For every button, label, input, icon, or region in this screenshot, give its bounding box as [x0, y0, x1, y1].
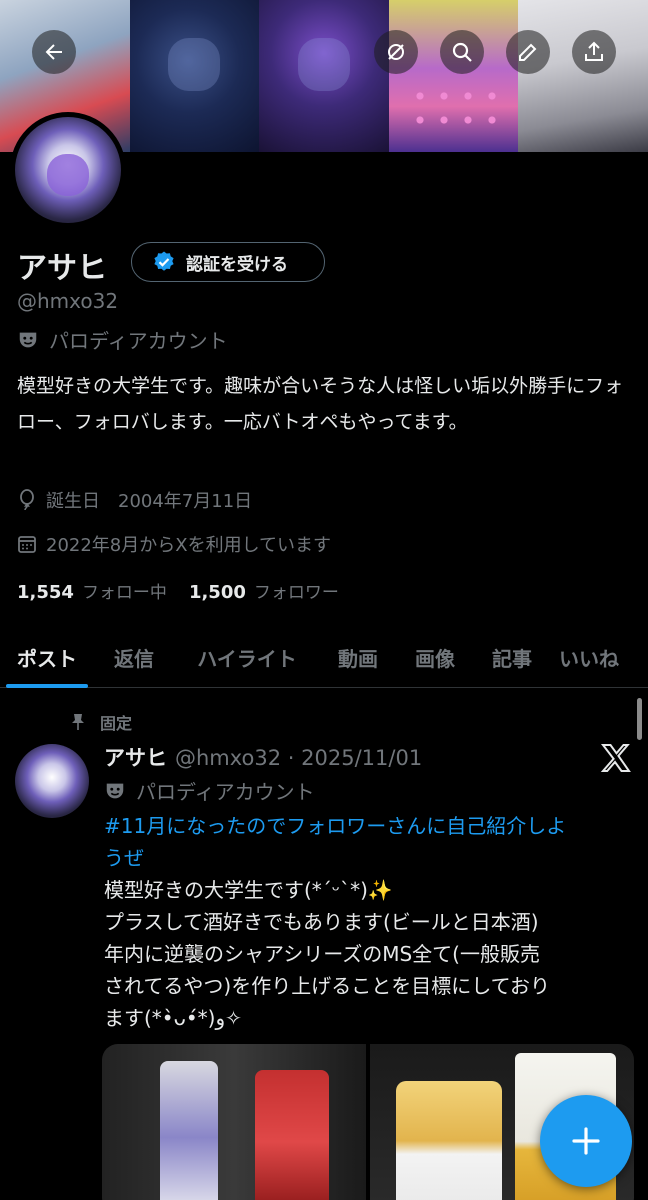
parody-mask-icon	[106, 783, 124, 798]
tweet-header: アサヒ @hmxo32 · 2025/11/01	[104, 742, 422, 772]
profile-handle: @hmxo32	[17, 289, 119, 313]
following-label[interactable]: フォロー中	[82, 578, 167, 603]
grok-button[interactable]	[374, 30, 418, 74]
pin-icon	[72, 714, 84, 730]
follow-stats: 1,554 フォロー中 1,500 フォロワー	[17, 578, 339, 603]
compose-button[interactable]	[540, 1095, 632, 1187]
plus-icon	[572, 1127, 600, 1155]
joined-text: 2022年8月からXを利用しています	[46, 535, 332, 556]
tweet-text: 模型好きの大学生です(*ˊᵕˋ*)✨ プラスして酒好きでもあります(ビールと日本…	[104, 874, 634, 1034]
balloon-icon	[20, 489, 34, 511]
tab-replies[interactable]: 返信	[94, 626, 174, 688]
tweet-text-line: 模型好きの大学生です(*ˊᵕˋ*)✨	[104, 878, 393, 902]
get-verified-button[interactable]: 認証を受ける	[131, 242, 325, 282]
parody-mask-icon	[19, 332, 37, 347]
x-logo-icon	[600, 744, 631, 772]
tab-videos[interactable]: 動画	[320, 626, 396, 688]
tweet-image-gunpla[interactable]	[102, 1044, 366, 1200]
hashtag-line-1[interactable]: #11月になったのでフォロワーさんに自己紹介しよ	[104, 810, 634, 842]
edit-button[interactable]	[506, 30, 550, 74]
banner-image-4	[388, 0, 519, 152]
joined-row: 2022年8月からXを利用しています	[17, 531, 331, 557]
tweet-parody-text: パロディアカウント	[136, 780, 315, 804]
tweet-text-line: プラスして酒好きでもあります(ビールと日本酒)	[104, 910, 539, 934]
following-count[interactable]: 1,554	[17, 582, 74, 603]
birthday-row: 誕生日 2004年7月11日	[17, 487, 252, 513]
tweet-author-name[interactable]: アサヒ	[104, 742, 167, 772]
tweet-parody-label: パロディアカウント	[104, 776, 315, 805]
banner-image-3	[259, 0, 389, 152]
tab-posts[interactable]: ポスト	[0, 626, 94, 688]
get-verified-label: 認証を受ける	[186, 254, 288, 275]
profile-tabs: ポスト 返信 ハイライト 動画 画像 記事 いいね	[0, 626, 648, 688]
tab-images[interactable]: 画像	[396, 626, 474, 688]
arrow-left-icon	[45, 44, 62, 60]
tweet-handle-date[interactable]: @hmxo32 · 2025/11/01	[175, 746, 422, 770]
pinned-label: 固定	[100, 714, 133, 733]
followers-count[interactable]: 1,500	[189, 582, 246, 603]
edit-icon	[519, 43, 537, 61]
calendar-icon	[18, 536, 36, 553]
profile-avatar[interactable]	[10, 112, 126, 228]
pinned-indicator: 固定	[70, 710, 132, 734]
banner-image-2	[129, 0, 260, 152]
search-button[interactable]	[440, 30, 484, 74]
share-button[interactable]	[572, 30, 616, 74]
search-icon	[452, 42, 472, 62]
verified-badge-icon	[154, 251, 174, 271]
profile-bio: 模型好きの大学生です。趣味が合いそうな人は怪しい垢以外勝手にフォロー、フォロバし…	[17, 375, 624, 433]
tab-highlights[interactable]: ハイライト	[174, 626, 320, 688]
share-icon	[585, 41, 603, 61]
parody-label: パロディアカウント	[17, 325, 228, 354]
scrollbar[interactable]	[637, 698, 642, 740]
tweet-hashtag[interactable]: #11月になったのでフォロワーさんに自己紹介しよ うぜ	[104, 810, 634, 874]
tweet-text-line: されてるやつ)を作り上げることを目標にしており	[104, 974, 551, 998]
followers-label[interactable]: フォロワー	[254, 578, 339, 603]
hashtag-line-2[interactable]: うぜ	[104, 842, 634, 874]
birthday-text: 誕生日 2004年7月11日	[46, 491, 253, 512]
parody-label-text: パロディアカウント	[49, 329, 228, 353]
tab-likes[interactable]: いいね	[550, 626, 628, 688]
tweet-text-line: ます(*•̀ᴗ•́*)و✧	[104, 1006, 242, 1030]
back-button[interactable]	[32, 30, 76, 74]
banner-image-5	[518, 0, 648, 152]
tab-articles[interactable]: 記事	[474, 626, 550, 688]
profile-name: アサヒ	[17, 251, 107, 286]
grok-icon	[388, 44, 404, 60]
tweet-text-line: 年内に逆襲のシャアシリーズのMS全て(一般販売	[104, 942, 540, 966]
avatar-image	[15, 117, 121, 223]
tweet-avatar[interactable]	[15, 744, 89, 818]
